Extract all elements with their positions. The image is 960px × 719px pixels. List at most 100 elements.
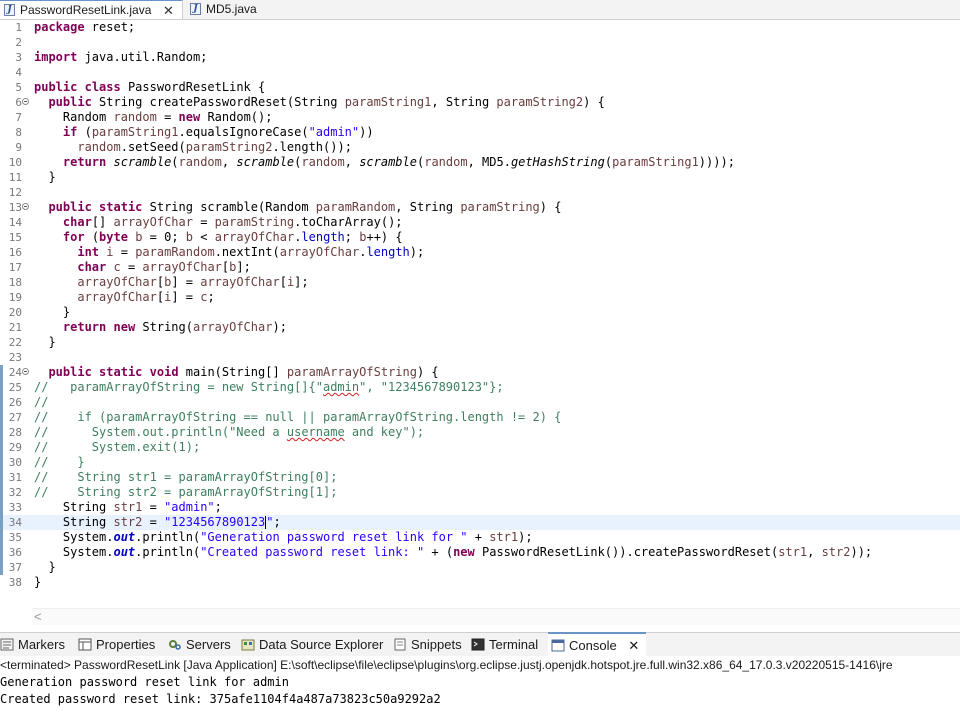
code-line[interactable]: 15 for (byte b = 0; b < arrayOfChar.leng… <box>0 230 960 245</box>
code-line[interactable]: 11 } <box>0 170 960 185</box>
close-icon[interactable]: ✕ <box>163 1 174 20</box>
code-line[interactable]: 25 // paramArrayOfString = new String[]{"… <box>0 380 960 395</box>
code-line[interactable]: 28 // System.out.println("Need a username… <box>0 425 960 440</box>
code-line[interactable]: 1 package reset; <box>0 20 960 35</box>
change-marker <box>0 515 3 530</box>
code-line[interactable]: 32 // String str2 = paramArrayOfString[1]… <box>0 485 960 500</box>
tab-data-source-explorer[interactable]: Data Source Explorer <box>241 633 383 657</box>
code-editor[interactable]: 1 package reset; 2 3 import java.util.Random… <box>0 20 960 608</box>
code-line[interactable]: 33 String str1 = "admin"; <box>0 500 960 515</box>
line-number: 34 <box>8 516 22 529</box>
change-marker <box>0 380 3 395</box>
tab-console[interactable]: Console ✕ <box>548 632 646 658</box>
servers-icon <box>169 640 181 650</box>
line-number: 16 <box>8 246 22 259</box>
code-line[interactable]: 36 System.out.println("Created password … <box>0 545 960 560</box>
code-line[interactable]: 12 <box>0 185 960 200</box>
tab-markers[interactable]: Markers <box>0 633 65 657</box>
code-line[interactable]: 5 public class PasswordResetLink { <box>0 80 960 95</box>
code-text: public static void main(String[] paramAr… <box>48 365 439 379</box>
code-line[interactable]: 13 public static String scramble(Random … <box>0 200 960 215</box>
data-source-explorer-icon <box>241 639 255 651</box>
code-line[interactable]: 27 // if (paramArrayOfString == null || p… <box>0 410 960 425</box>
code-line[interactable]: 20 } <box>0 305 960 320</box>
code-line[interactable]: 4 <box>0 65 960 80</box>
code-line[interactable]: 7 Random random = new Random(); <box>0 110 960 125</box>
code-text: arrayOfChar[b] = arrayOfChar[i]; <box>77 275 309 289</box>
code-text: public String createPasswordReset(String… <box>48 95 605 109</box>
code-line[interactable]: 23 <box>0 350 960 365</box>
line-number: 4 <box>15 66 22 79</box>
code-text: // String str2 = paramArrayOfString[1]; <box>34 485 338 499</box>
tab-terminal[interactable]: Terminal <box>471 633 538 657</box>
code-line[interactable]: 3 import java.util.Random; <box>0 50 960 65</box>
tab-label: Terminal <box>489 637 539 652</box>
code-line[interactable]: 9 random.setSeed(paramString2.length()); <box>0 140 960 155</box>
tab-md5-java[interactable]: J MD5.java <box>186 0 266 19</box>
tab-label: Properties <box>96 637 156 652</box>
tab-label: PasswordResetLink.java <box>20 3 152 17</box>
line-number: 31 <box>8 471 22 484</box>
code-line[interactable]: 17 char c = arrayOfChar[b]; <box>0 260 960 275</box>
code-line[interactable]: 35 System.out.println("Generation passwo… <box>0 530 960 545</box>
tab-passwordresetlink-java[interactable]: J PasswordResetLink.java ✕ <box>0 0 183 19</box>
change-marker <box>0 425 3 440</box>
console-line: Created password reset link: 375afe1104f… <box>0 692 441 706</box>
code-line[interactable]: 8 if (paramString1.equalsIgnoreCase("adm… <box>0 125 960 140</box>
change-marker <box>0 500 3 515</box>
code-text: random.setSeed(paramString2.length()); <box>77 140 352 154</box>
scroll-left-icon[interactable]: < <box>34 609 42 625</box>
code-text: // } <box>34 455 85 469</box>
code-line[interactable]: 10 return scramble(random, scramble(rand… <box>0 155 960 170</box>
console-status: <terminated> PasswordResetLink [Java App… <box>0 656 960 674</box>
line-number: 30 <box>8 456 22 469</box>
code-text: System.out.println("Created password res… <box>34 545 873 559</box>
fold-toggle-icon[interactable] <box>22 203 29 210</box>
code-line[interactable]: 22 } <box>0 335 960 350</box>
code-line[interactable]: 29 // System.exit(1); <box>0 440 960 455</box>
fold-toggle-icon[interactable] <box>22 98 29 105</box>
snippets-icon <box>394 638 406 651</box>
change-marker <box>0 440 3 455</box>
line-number: 32 <box>8 486 22 499</box>
java-file-icon: J <box>190 3 201 15</box>
line-number: 10 <box>8 156 22 169</box>
line-number: 5 <box>15 81 22 94</box>
code-line[interactable]: 26 // <box>0 395 960 410</box>
code-text: } <box>34 560 56 574</box>
code-text: // String str1 = paramArrayOfString[0]; <box>34 470 338 484</box>
fold-toggle-icon[interactable] <box>22 368 29 375</box>
code-line[interactable]: 18 arrayOfChar[b] = arrayOfChar[i]; <box>0 275 960 290</box>
code-line[interactable]: 6 public String createPasswordReset(Stri… <box>0 95 960 110</box>
terminal-icon <box>471 638 485 651</box>
console-output[interactable]: Generation password reset link for admin… <box>0 674 960 719</box>
code-line[interactable]: 14 char[] arrayOfChar = paramString.toCh… <box>0 215 960 230</box>
change-marker <box>0 545 3 560</box>
code-line[interactable]: 37 } <box>0 560 960 575</box>
code-text: public static String scramble(Random par… <box>48 200 562 214</box>
close-icon[interactable]: ✕ <box>628 638 639 653</box>
horizontal-scrollbar[interactable]: < <box>32 608 960 625</box>
line-number: 35 <box>8 531 22 544</box>
code-line[interactable]: 30 // } <box>0 455 960 470</box>
line-number: 29 <box>8 441 22 454</box>
code-line[interactable]: 38} <box>0 575 960 590</box>
code-line[interactable]: 19 arrayOfChar[i] = c; <box>0 290 960 305</box>
code-text: // if (paramArrayOfString == null || par… <box>34 410 562 424</box>
code-line[interactable]: 21 return new String(arrayOfChar); <box>0 320 960 335</box>
code-text: return scramble(random, scramble(random,… <box>62 155 735 169</box>
code-line[interactable]: 2 <box>0 35 960 50</box>
code-line[interactable]: 34 String str2 = "1234567890123"; <box>0 515 960 530</box>
code-line[interactable]: 24 public static void main(String[] para… <box>0 365 960 380</box>
line-number: 23 <box>8 351 22 364</box>
code-line[interactable]: 31 // String str1 = paramArrayOfString[0]… <box>0 470 960 485</box>
code-text: for (byte b = 0; b < arrayOfChar.length;… <box>62 230 403 244</box>
tab-servers[interactable]: Servers <box>168 633 231 657</box>
code-line[interactable]: 16 int i = paramRandom.nextInt(arrayOfCh… <box>0 245 960 260</box>
code-text: // paramArrayOfString = new String[]{"ad… <box>34 380 504 394</box>
line-number: 27 <box>8 411 22 424</box>
tab-properties[interactable]: Properties <box>78 633 155 657</box>
tab-snippets[interactable]: Snippets <box>393 633 462 657</box>
code-text: } <box>34 170 56 184</box>
code-text: return new String(arrayOfChar); <box>62 320 287 334</box>
